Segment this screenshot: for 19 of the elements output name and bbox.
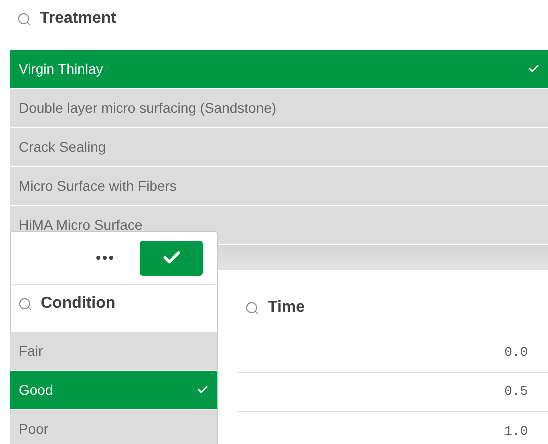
list-item[interactable]: Crack Sealing [10,128,548,166]
check-icon [197,384,209,396]
search-icon[interactable] [245,300,260,316]
list-item[interactable]: Poor [10,410,217,444]
field-title: Condition [41,294,116,314]
list-item[interactable]: Fair [10,332,217,370]
list-item[interactable]: Double layer micro surfacing (Sandstone) [10,89,548,127]
search-icon[interactable] [18,296,33,312]
table-cell-text: 1.0 [504,422,528,441]
list-item[interactable]: Micro Surface with Fibers [10,167,548,205]
table-cell-text: 0.0 [504,344,528,362]
list-item[interactable]: Good [10,371,217,409]
table-cell-text: 0.5 [504,383,528,402]
search-icon[interactable] [17,12,32,26]
confirm-button[interactable] [140,240,203,276]
field-title: Treatment [40,9,116,29]
check-icon [528,63,540,75]
field-title: Time [268,298,306,318]
list-item[interactable]: Virgin Thinlay [10,50,548,88]
